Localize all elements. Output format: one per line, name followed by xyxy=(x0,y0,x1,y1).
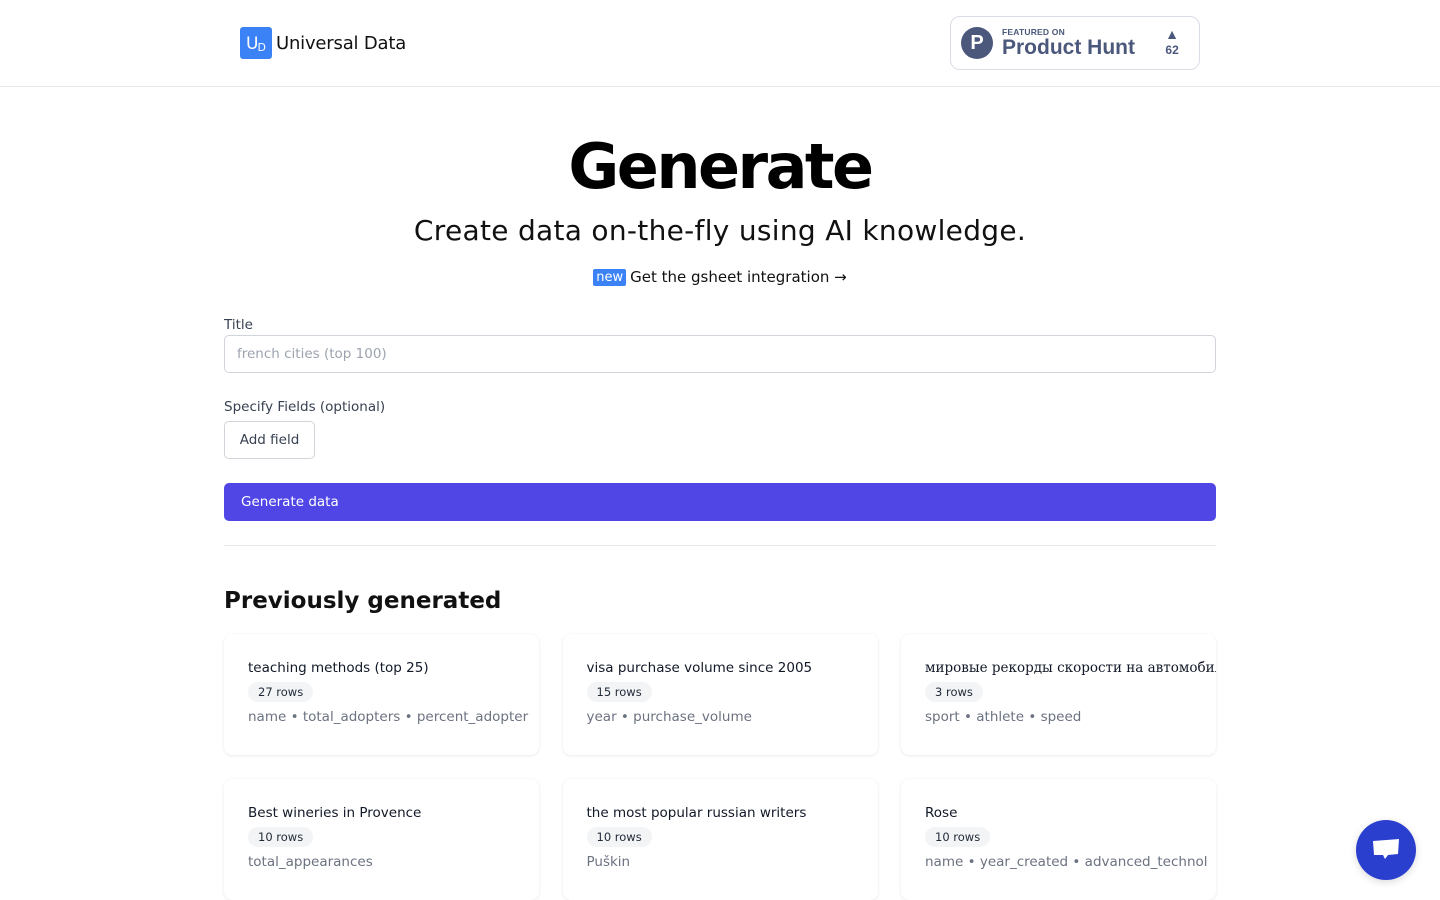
top-navbar: UD Universal Data P FEATURED ON Product … xyxy=(0,0,1440,87)
chat-bubble-icon xyxy=(1373,839,1399,859)
dataset-fields: Puškin xyxy=(586,854,631,870)
rows-badge: 27 rows xyxy=(248,682,314,702)
dataset-title: teaching methods (top 25) xyxy=(248,660,429,676)
page-title: Generate xyxy=(568,130,874,203)
dataset-fields: sport • athlete • speed xyxy=(925,709,1082,725)
dataset-title: Rose xyxy=(925,805,958,821)
add-field-button[interactable]: Add field xyxy=(224,421,315,459)
dataset-card[interactable]: visa purchase volume since 2005 15 rows … xyxy=(562,634,878,755)
brand-name: Universal Data xyxy=(276,32,407,54)
upvote-count: 62 xyxy=(1165,43,1179,57)
dataset-title: Best wineries in Provence xyxy=(248,805,422,821)
dataset-title: visa purchase volume since 2005 xyxy=(586,660,813,676)
previously-generated-heading: Previously generated xyxy=(224,588,502,614)
product-hunt-name: Product Hunt xyxy=(1002,36,1135,59)
dataset-fields: total_appearances xyxy=(248,854,373,870)
rows-badge: 3 rows xyxy=(925,682,983,702)
rows-badge: 15 rows xyxy=(586,682,652,702)
product-hunt-text: FEATURED ON Product Hunt xyxy=(1002,27,1135,59)
dataset-fields: name • total_adopters • percent_adopter xyxy=(248,709,529,725)
title-label: Title xyxy=(224,317,253,333)
product-hunt-logo-icon: P xyxy=(961,27,993,59)
new-badge: new xyxy=(593,268,627,286)
dataset-card[interactable]: Best wineries in Provence 10 rows total_… xyxy=(224,779,539,900)
title-input[interactable] xyxy=(224,335,1216,373)
dataset-card[interactable]: мировые рекорды скорости на автомобилях … xyxy=(901,634,1216,755)
fields-label: Specify Fields (optional) xyxy=(224,399,386,415)
brand-link[interactable]: UD Universal Data xyxy=(240,27,406,59)
brand-logo-icon: UD xyxy=(240,27,272,59)
page-subtitle: Create data on-the-fly using AI knowledg… xyxy=(413,214,1027,247)
dataset-card[interactable]: the most popular russian writers 10 rows… xyxy=(562,779,878,900)
gsheet-promo: new Get the gsheet integration → xyxy=(0,268,1440,286)
dataset-title: the most popular russian writers xyxy=(586,805,807,821)
dataset-card[interactable]: Rose 10 rows name • year_created • advan… xyxy=(901,779,1216,900)
dataset-fields: name • year_created • advanced_technol xyxy=(925,854,1208,870)
rows-badge: 10 rows xyxy=(248,827,314,847)
chat-launcher-button[interactable] xyxy=(1356,820,1416,880)
rows-badge: 10 rows xyxy=(586,827,652,847)
product-hunt-votes: ▲ 62 xyxy=(1165,26,1179,58)
section-divider xyxy=(224,545,1216,546)
upvote-arrow-icon: ▲ xyxy=(1165,26,1179,42)
gsheet-integration-link[interactable]: Get the gsheet integration → xyxy=(630,268,847,286)
product-hunt-badge[interactable]: P FEATURED ON Product Hunt ▲ 62 xyxy=(950,16,1200,70)
dataset-card[interactable]: teaching methods (top 25) 27 rows name •… xyxy=(224,634,539,755)
generate-data-button[interactable]: Generate data xyxy=(224,483,1216,521)
rows-badge: 10 rows xyxy=(925,827,991,847)
dataset-fields: year • purchase_volume xyxy=(586,709,752,725)
previous-datasets-grid: teaching methods (top 25) 27 rows name •… xyxy=(224,634,1216,900)
dataset-title: мировые рекорды скорости на автомобилях xyxy=(925,660,1216,676)
